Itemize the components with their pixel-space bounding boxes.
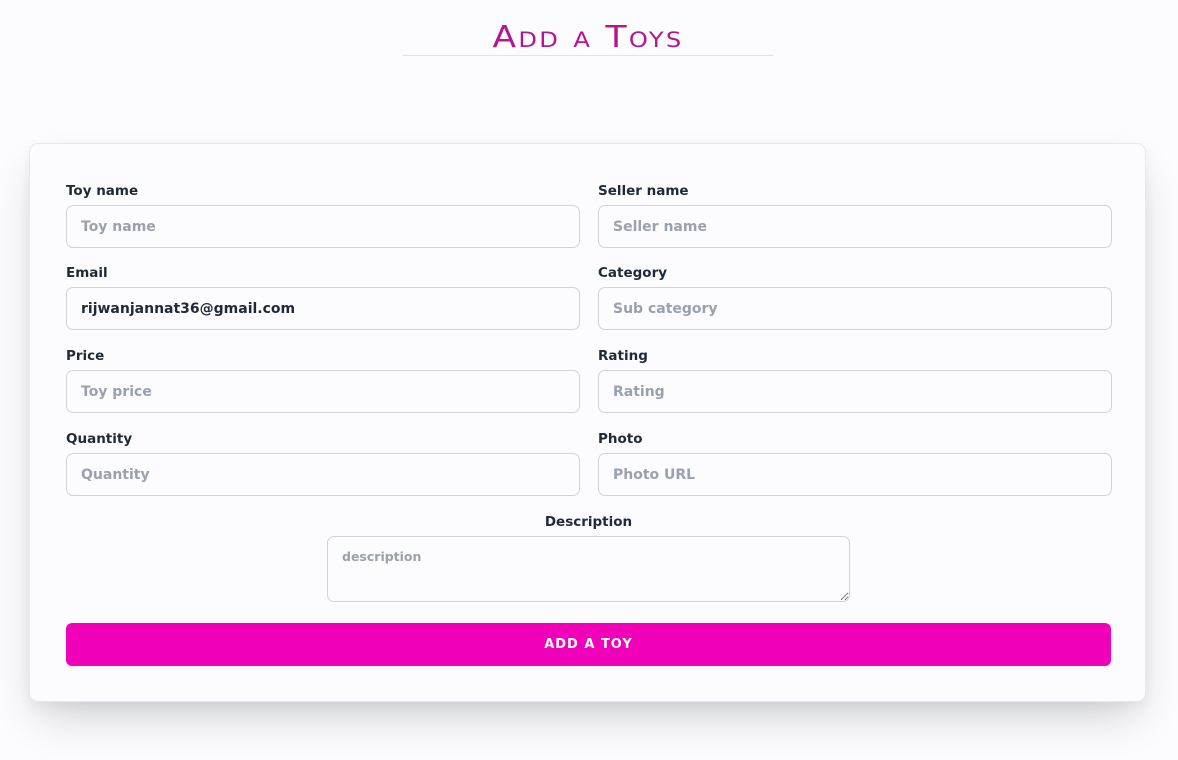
- add-toy-form: Toy name Seller name Email Category Pric…: [29, 143, 1146, 702]
- seller-name-field: Seller name: [598, 183, 1112, 248]
- quantity-field: Quantity: [66, 431, 580, 496]
- price-input[interactable]: [66, 370, 580, 413]
- toy-name-label: Toy name: [66, 183, 139, 199]
- rating-input[interactable]: [598, 370, 1112, 413]
- rating-field: Rating: [598, 348, 1112, 413]
- category-field: Category: [598, 265, 1112, 330]
- page-header: Add a Toys: [402, 22, 774, 54]
- email-field: Email: [66, 265, 580, 330]
- seller-name-input[interactable]: [598, 205, 1112, 248]
- photo-url-input[interactable]: [598, 453, 1112, 496]
- quantity-input[interactable]: [66, 453, 580, 496]
- page-title: Add a Toys: [492, 20, 684, 55]
- toy-name-field: Toy name: [66, 183, 580, 248]
- toy-name-input[interactable]: [66, 205, 580, 248]
- seller-name-label: Seller name: [598, 183, 689, 199]
- category-label: Category: [598, 265, 668, 281]
- photo-field: Photo: [598, 431, 1112, 496]
- price-field: Price: [66, 348, 580, 413]
- quantity-label: Quantity: [66, 431, 133, 447]
- add-toy-button[interactable]: Add a Toy: [66, 623, 1111, 666]
- email-input[interactable]: [66, 287, 580, 330]
- category-input[interactable]: [598, 287, 1112, 330]
- email-label: Email: [66, 265, 108, 281]
- add-toy-page: Add a Toys Toy name Seller name Email Ca…: [0, 0, 1178, 760]
- price-label: Price: [66, 348, 105, 364]
- rating-label: Rating: [598, 348, 648, 364]
- description-label: Description: [544, 514, 633, 530]
- photo-label: Photo: [598, 431, 643, 447]
- title-underline: [402, 55, 774, 56]
- description-textarea[interactable]: [327, 536, 850, 602]
- description-field: Description: [327, 514, 850, 602]
